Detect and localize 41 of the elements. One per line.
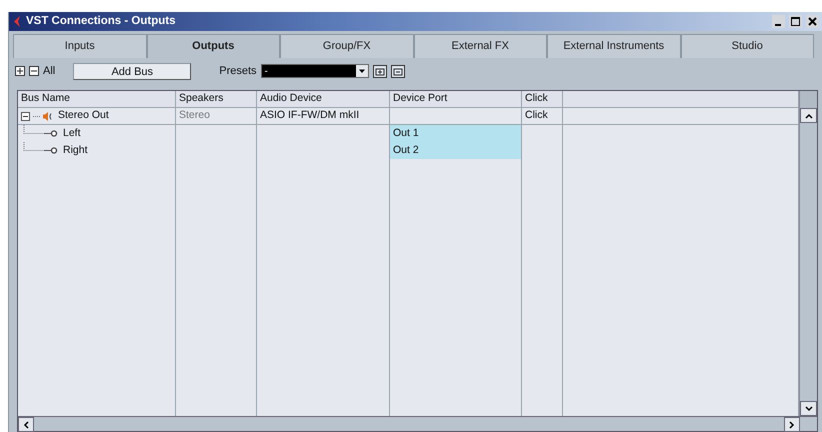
column-header[interactable]: Audio Device bbox=[257, 91, 390, 108]
table-cell: ASIO IF-FW/DM mkII bbox=[257, 108, 390, 125]
window-title: VST Connections - Outputs bbox=[26, 14, 176, 29]
tab[interactable]: Inputs bbox=[13, 34, 146, 58]
all-label: All bbox=[43, 64, 56, 79]
channel-name: Right bbox=[63, 142, 88, 158]
scroll-up-button[interactable] bbox=[800, 108, 817, 123]
presets-value: - bbox=[264, 64, 268, 78]
tab[interactable]: Group/FX bbox=[280, 34, 414, 58]
scroll-left-button[interactable] bbox=[18, 417, 34, 432]
channel-name: Left bbox=[63, 126, 81, 141]
column-header[interactable]: Speakers bbox=[176, 91, 257, 108]
tab[interactable]: External FX bbox=[414, 34, 547, 58]
add-bus-button[interactable]: Add Bus bbox=[73, 62, 192, 80]
presets-label: Presets bbox=[219, 64, 257, 79]
bus-name: Stereo Out bbox=[58, 108, 109, 124]
device-port-cell[interactable]: Out 1 bbox=[390, 125, 522, 143]
vertical-scrollbar[interactable] bbox=[799, 91, 817, 416]
collapse-toggle-icon[interactable] bbox=[21, 112, 30, 120]
tab[interactable]: Studio bbox=[680, 34, 814, 58]
scroll-down-button[interactable] bbox=[800, 401, 817, 416]
app-logo-icon bbox=[12, 15, 22, 28]
store-preset-icon[interactable] bbox=[372, 64, 387, 78]
maximize-icon[interactable] bbox=[789, 15, 802, 28]
table-cell bbox=[522, 125, 563, 143]
remove-preset-icon[interactable] bbox=[390, 64, 405, 78]
column-header[interactable]: Device Port bbox=[390, 91, 522, 108]
minimize-icon[interactable] bbox=[772, 15, 785, 28]
expand-all-icon[interactable] bbox=[15, 66, 25, 76]
column-header[interactable]: Bus Name bbox=[18, 91, 176, 108]
tab[interactable]: External Instruments bbox=[547, 34, 680, 58]
collapse-all-icon[interactable] bbox=[29, 66, 39, 76]
scroll-right-button[interactable] bbox=[784, 417, 800, 432]
table-cell: Click bbox=[522, 108, 563, 125]
close-icon[interactable] bbox=[806, 15, 819, 28]
horizontal-scrollbar[interactable] bbox=[18, 416, 817, 431]
table-cell: Stereo bbox=[176, 108, 257, 125]
presets-dropdown[interactable]: - bbox=[260, 64, 369, 78]
device-port-cell[interactable]: Out 2 bbox=[390, 142, 522, 160]
tab[interactable]: Outputs bbox=[146, 34, 280, 58]
column-header[interactable]: Click bbox=[522, 91, 563, 108]
